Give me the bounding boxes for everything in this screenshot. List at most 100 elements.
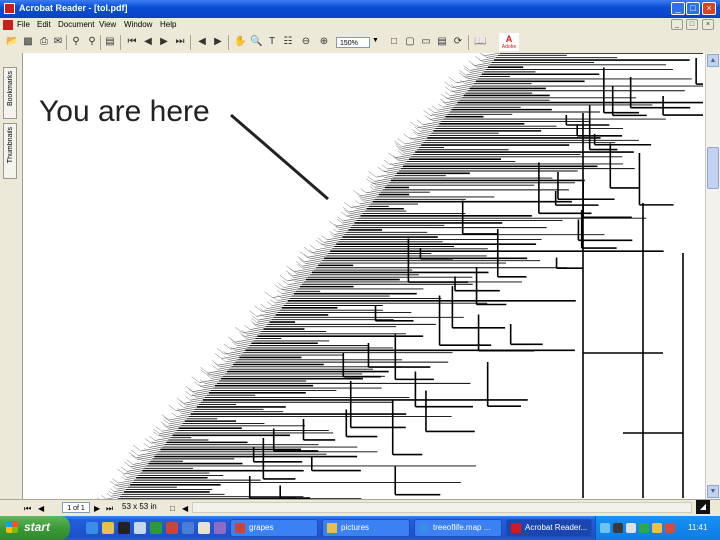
task-pictures[interactable]: pictures [322, 519, 410, 537]
fit-width-icon[interactable]: ▭ [420, 36, 432, 48]
task-label: Acrobat Reader... [525, 523, 588, 532]
powerpoint-icon[interactable] [166, 522, 178, 534]
tab-bookmarks[interactable]: Bookmarks [3, 67, 17, 119]
first-page-status-icon[interactable]: ⏮ [24, 504, 31, 514]
previous-page-status-icon[interactable]: ◀ [38, 504, 44, 513]
email-icon[interactable]: ✉ [52, 36, 64, 48]
ebook-icon[interactable]: 📖 [474, 36, 486, 48]
toolbar-separator [120, 35, 121, 50]
hand-tool-icon[interactable]: ✋ [234, 36, 246, 48]
acrobat-app-icon[interactable] [4, 3, 15, 14]
first-page-icon[interactable]: ⏮ [126, 36, 138, 48]
maximize-button[interactable]: □ [686, 2, 700, 15]
menu-edit[interactable]: Edit [37, 20, 51, 29]
toolbar-separator [468, 35, 469, 50]
column-select-icon[interactable]: ☷ [282, 36, 294, 48]
fit-page-icon[interactable]: ▢ [404, 36, 416, 48]
actual-size-icon[interactable]: □ [388, 36, 400, 48]
zoom-input[interactable]: 150% [336, 37, 370, 48]
media-icon[interactable] [214, 522, 226, 534]
zoom-in-icon[interactable]: ⊕ [318, 36, 330, 48]
start-button[interactable]: start [0, 516, 70, 540]
scroll-left-arrow-icon[interactable]: ◀ [182, 504, 188, 513]
print-icon[interactable]: ⎙ [38, 36, 50, 48]
internet-explorer-icon[interactable] [86, 522, 98, 534]
menu-bar: File Edit Document View Window Help _ □ … [0, 18, 720, 32]
vertical-scrollbar[interactable]: ▲ ▼ [705, 53, 720, 499]
menu-window[interactable]: Window [124, 20, 152, 29]
notepad-icon[interactable] [198, 522, 210, 534]
doc-close-button[interactable]: × [702, 19, 714, 30]
tab-thumbnails[interactable]: Thumbnails [3, 123, 17, 179]
rotate-icon[interactable]: ⟳ [452, 36, 464, 48]
task-grapes[interactable]: grapes [230, 519, 318, 537]
horizontal-scrollbar[interactable] [192, 502, 692, 513]
toolbar-separator [66, 35, 67, 50]
zoom-dropdown-arrow-icon[interactable]: ▼ [372, 37, 379, 44]
folder-task-icon [327, 523, 337, 533]
display-icon[interactable] [613, 523, 623, 533]
menu-view[interactable]: View [99, 20, 116, 29]
navigation-pane-icon[interactable]: ▤ [104, 36, 116, 48]
tray-app-icon[interactable] [652, 523, 662, 533]
title-bar: Acrobat Reader - [tol.pdf] _ □ × [0, 0, 720, 18]
go-forward-icon[interactable]: ▶ [212, 36, 224, 48]
internet-explorer-task-icon [419, 523, 429, 533]
open-icon[interactable]: 📂 [6, 36, 18, 48]
powerpoint-task-icon [235, 523, 245, 533]
page-size-label: 53 x 53 in [122, 502, 157, 511]
go-back-icon[interactable]: ◀ [196, 36, 208, 48]
resize-grip-icon[interactable]: ◢ [696, 500, 710, 514]
scroll-down-arrow-icon[interactable]: ▼ [707, 485, 719, 498]
tab-bookmarks-label: Bookmarks [6, 71, 14, 107]
last-page-status-icon[interactable]: ⏭ [106, 504, 113, 514]
last-page-icon[interactable]: ⏭ [174, 36, 186, 48]
task-label: grapes [249, 523, 274, 532]
scroll-thumb[interactable] [707, 147, 719, 189]
close-button[interactable]: × [702, 2, 716, 15]
doc-restore-button[interactable]: □ [686, 19, 698, 30]
tray-alert-icon[interactable] [665, 523, 675, 533]
search-icon[interactable]: ⚲ [86, 36, 98, 48]
zoom-tool-icon[interactable]: 🔍 [250, 36, 262, 48]
adobe-logo-word: Adobe [501, 44, 517, 50]
menu-document[interactable]: Document [58, 20, 94, 29]
doc-minimize-button[interactable]: _ [671, 19, 683, 30]
next-page-status-icon[interactable]: ▶ [94, 504, 100, 513]
command-prompt-icon[interactable] [118, 522, 130, 534]
menu-help[interactable]: Help [160, 20, 176, 29]
previous-page-icon[interactable]: ◀ [142, 36, 154, 48]
tab-thumbnails-label: Thumbnails [6, 127, 14, 164]
task-treeoflife-map[interactable]: treeoflife.map ... [414, 519, 502, 537]
toolbar-separator [100, 35, 101, 50]
pointer-line [230, 113, 329, 201]
quick-launch-icon[interactable] [134, 522, 146, 534]
start-label: start [24, 520, 51, 534]
document-view[interactable]: You are here [23, 53, 705, 499]
save-icon[interactable]: ▩ [22, 36, 34, 48]
find-icon[interactable]: ⚲ [70, 36, 82, 48]
folder-icon[interactable] [102, 522, 114, 534]
toolbar-separator [190, 35, 191, 50]
network-icon[interactable] [600, 523, 610, 533]
next-page-icon[interactable]: ▶ [158, 36, 170, 48]
minimize-button[interactable]: _ [671, 2, 685, 15]
antivirus-icon[interactable] [639, 523, 649, 533]
scroll-up-arrow-icon[interactable]: ▲ [707, 54, 719, 67]
page-number-field[interactable]: 1 of 1 [62, 502, 90, 513]
menu-file[interactable]: File [17, 20, 30, 29]
task-acrobat-reader[interactable]: Acrobat Reader... [506, 519, 592, 537]
acrobat-task-icon [511, 523, 521, 533]
excel-icon[interactable] [150, 522, 162, 534]
taskbar: start grapes pictures treeoflife.map ...… [0, 516, 720, 540]
speaker-icon[interactable] [626, 523, 636, 533]
reflow-icon[interactable]: ▤ [436, 36, 448, 48]
adobe-logo[interactable]: A Adobe [499, 33, 519, 51]
document-icon[interactable] [3, 20, 13, 30]
word-icon[interactable] [182, 522, 194, 534]
page-layout-icon[interactable]: □ [170, 504, 175, 513]
task-label: treeoflife.map ... [433, 523, 491, 532]
select-text-icon[interactable]: T [266, 36, 278, 48]
zoom-out-icon[interactable]: ⊖ [300, 36, 312, 48]
pointer-arrow [230, 113, 329, 201]
